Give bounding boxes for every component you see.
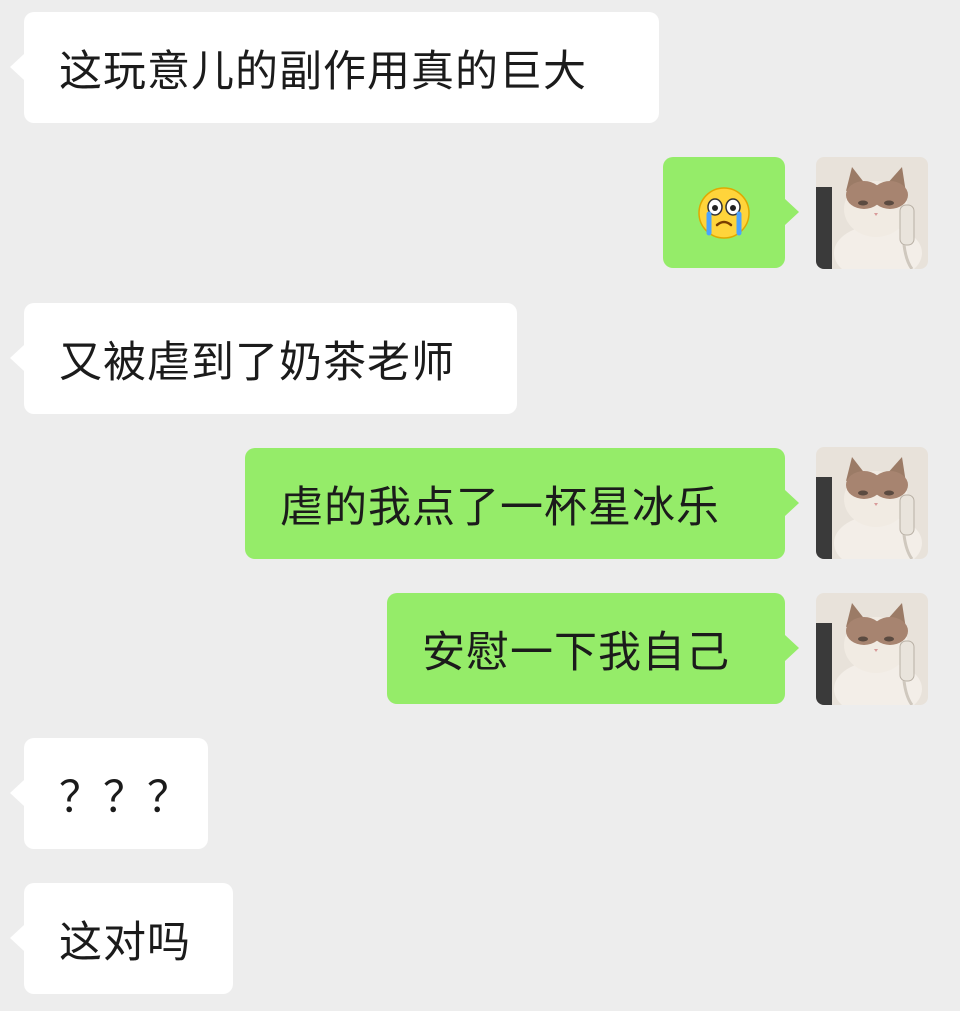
crying-face-icon	[698, 186, 750, 239]
message-text: ？？？	[59, 772, 191, 823]
bubble-tail	[785, 635, 799, 661]
bubble-tail	[10, 925, 24, 951]
message-bubble[interactable]: 安慰一下我自己	[387, 593, 785, 704]
message-bubble[interactable]: 这玩意儿的副作用真的巨大	[24, 12, 659, 123]
bubble-tail	[10, 780, 24, 806]
cat-on-phone-avatar[interactable]	[816, 447, 928, 559]
cat-avatar-icon	[816, 447, 928, 559]
bubble-tail	[785, 199, 799, 225]
cat-avatar-icon	[816, 593, 928, 705]
message-text: 安慰一下我自己	[422, 627, 730, 678]
cat-avatar-icon	[816, 157, 928, 269]
bubble-tail	[10, 345, 24, 371]
message-text: 这玩意儿的副作用真的巨大	[59, 46, 587, 97]
cat-on-phone-avatar[interactable]	[816, 593, 928, 705]
message-text: 又被虐到了奶茶老师	[59, 337, 455, 388]
message-text: 这对吗	[59, 917, 191, 968]
bubble-tail	[10, 54, 24, 80]
message-bubble[interactable]: 虐的我点了一杯星冰乐	[245, 448, 785, 559]
message-bubble[interactable]	[663, 157, 785, 268]
bubble-tail	[785, 490, 799, 516]
message-bubble[interactable]: 又被虐到了奶茶老师	[24, 303, 517, 414]
message-bubble[interactable]: 这对吗	[24, 883, 233, 994]
message-bubble[interactable]: ？？？	[24, 738, 208, 849]
cat-on-phone-avatar[interactable]	[816, 157, 928, 269]
message-text: 虐的我点了一杯星冰乐	[280, 482, 720, 533]
